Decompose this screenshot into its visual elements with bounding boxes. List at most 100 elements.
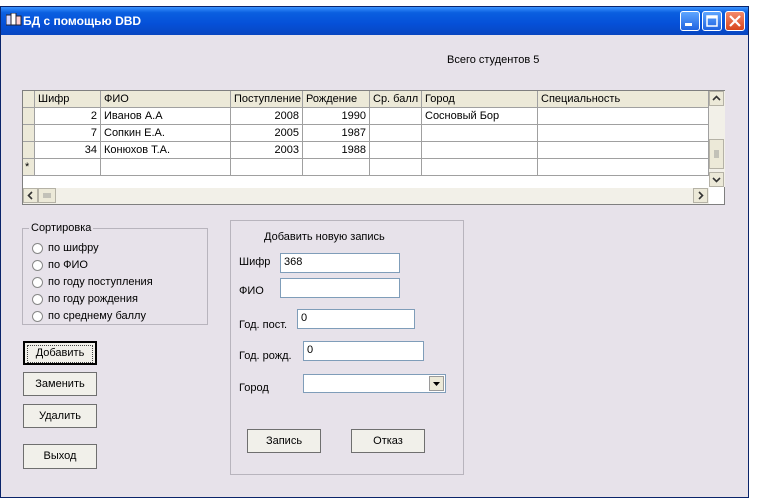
horizontal-scrollbar[interactable] [23,188,709,204]
cell-code[interactable]: 34 [35,142,101,159]
cell-specialty[interactable] [538,142,709,159]
sort-option-label: по году рождения [48,293,138,305]
scroll-left-button[interactable] [23,188,38,203]
grid-corner [23,91,35,108]
column-header-entry[interactable]: Поступление [231,91,303,108]
column-header-code[interactable]: Шифр [35,91,101,108]
chevron-down-icon [712,177,721,183]
radio-button[interactable] [32,259,43,271]
column-header-specialty[interactable]: Специальность [538,91,709,108]
title-bar[interactable]: БД с помощью DBD [1,7,748,35]
code-label: Шифр [239,256,271,268]
student-count: Всего студентов 5 [447,54,540,66]
city-combobox[interactable] [303,374,446,393]
minimize-icon [685,23,692,26]
cancel-record-button[interactable]: Отказ [351,429,425,453]
cell-birth[interactable]: 1987 [303,125,370,142]
grip-icon [43,193,51,198]
cell-name-new[interactable] [101,159,231,176]
radio-button[interactable] [32,276,43,288]
cell-city[interactable]: Сосновый Бор [422,108,538,125]
cell-city-new[interactable] [422,159,538,176]
cell-specialty[interactable] [538,108,709,125]
cell-name[interactable]: Сопкин Е.А. [101,125,231,142]
cell-birth[interactable]: 1988 [303,142,370,159]
vertical-scrollbar[interactable] [709,91,725,187]
cell-gpa-new[interactable] [370,159,422,176]
sort-option-label: по году поступления [48,276,153,288]
radio-button[interactable] [32,242,43,254]
row-indicator[interactable] [23,108,35,125]
city-label: Город [239,382,269,394]
add-record-title: Добавить новую запись [264,231,385,243]
maximize-icon [706,15,718,27]
delete-button[interactable]: Удалить [23,404,97,428]
radio-button[interactable] [32,310,43,322]
scroll-right-button[interactable] [693,188,708,203]
chevron-left-icon [27,191,33,200]
column-header-birth[interactable]: Рождение [303,91,370,108]
chevron-up-icon [712,95,721,101]
cell-birth[interactable]: 1990 [303,108,370,125]
row-indicator[interactable] [23,125,35,142]
sort-option-name[interactable]: по ФИО [32,259,88,276]
grip-icon [714,150,719,158]
chevron-down-icon [433,382,440,386]
column-header-gpa[interactable]: Ср. балл [370,91,422,108]
radio-button[interactable] [32,293,43,305]
sort-group-legend: Сортировка [29,222,94,234]
cell-code[interactable]: 7 [35,125,101,142]
sort-option-label: по шифру [48,242,99,254]
maximize-button[interactable] [702,11,722,31]
entry-year-label: Год. пост. [239,319,288,331]
birth-year-input[interactable]: 0 [303,341,424,361]
students-grid[interactable]: Шифр ФИО Поступление Рождение Ср. балл Г… [22,90,725,205]
sort-option-birth-year[interactable]: по году рождения [32,293,138,310]
cell-entry[interactable]: 2003 [231,142,303,159]
exit-button[interactable]: Выход [23,444,97,469]
entry-year-input[interactable]: 0 [297,309,415,329]
column-header-city[interactable]: Город [422,91,538,108]
scroll-thumb[interactable] [709,139,724,169]
client-area: Всего студентов 5 Шифр ФИО Поступление Р… [1,35,748,497]
sort-option-label: по ФИО [48,259,88,271]
close-button[interactable] [725,11,745,31]
save-record-button[interactable]: Запись [247,429,321,453]
scroll-thumb-horizontal[interactable] [38,188,56,203]
code-input[interactable]: 368 [280,253,400,273]
row-indicator[interactable] [23,142,35,159]
cell-entry[interactable]: 2008 [231,108,303,125]
column-header-name[interactable]: ФИО [101,91,231,108]
replace-button[interactable]: Заменить [23,372,97,396]
cell-specialty-new[interactable] [538,159,709,176]
window-title: БД с помощью DBD [23,14,142,28]
cell-name[interactable]: Конюхов Т.А. [101,142,231,159]
scroll-down-button[interactable] [709,172,724,187]
cell-entry[interactable]: 2005 [231,125,303,142]
cell-birth-new[interactable] [303,159,370,176]
minimize-button[interactable] [680,11,700,31]
combobox-dropdown-button[interactable] [429,376,444,391]
cell-name[interactable]: Иванов А.А [101,108,231,125]
cell-gpa[interactable] [370,142,422,159]
sort-option-entry-year[interactable]: по году поступления [32,276,153,293]
cell-city[interactable] [422,125,538,142]
sort-option-code[interactable]: по шифру [32,242,99,259]
add-record-panel: Добавить новую запись Шифр 368 ФИО Год. … [230,220,464,475]
close-icon [729,15,741,27]
database-icon [6,13,22,26]
sort-group: Сортировка по шифру по ФИО по году посту… [22,222,208,327]
cell-code[interactable]: 2 [35,108,101,125]
scroll-up-button[interactable] [709,91,724,106]
sort-option-gpa[interactable]: по среднему баллу [32,310,146,327]
name-input[interactable] [280,278,400,298]
cell-city[interactable] [422,142,538,159]
add-button[interactable]: Добавить [23,341,97,365]
cell-code-new[interactable] [35,159,101,176]
new-row-indicator[interactable]: * [23,159,35,176]
cell-specialty[interactable] [538,125,709,142]
cell-entry-new[interactable] [231,159,303,176]
cell-gpa[interactable] [370,125,422,142]
cell-gpa[interactable] [370,108,422,125]
add-button-label: Добавить [27,345,93,363]
